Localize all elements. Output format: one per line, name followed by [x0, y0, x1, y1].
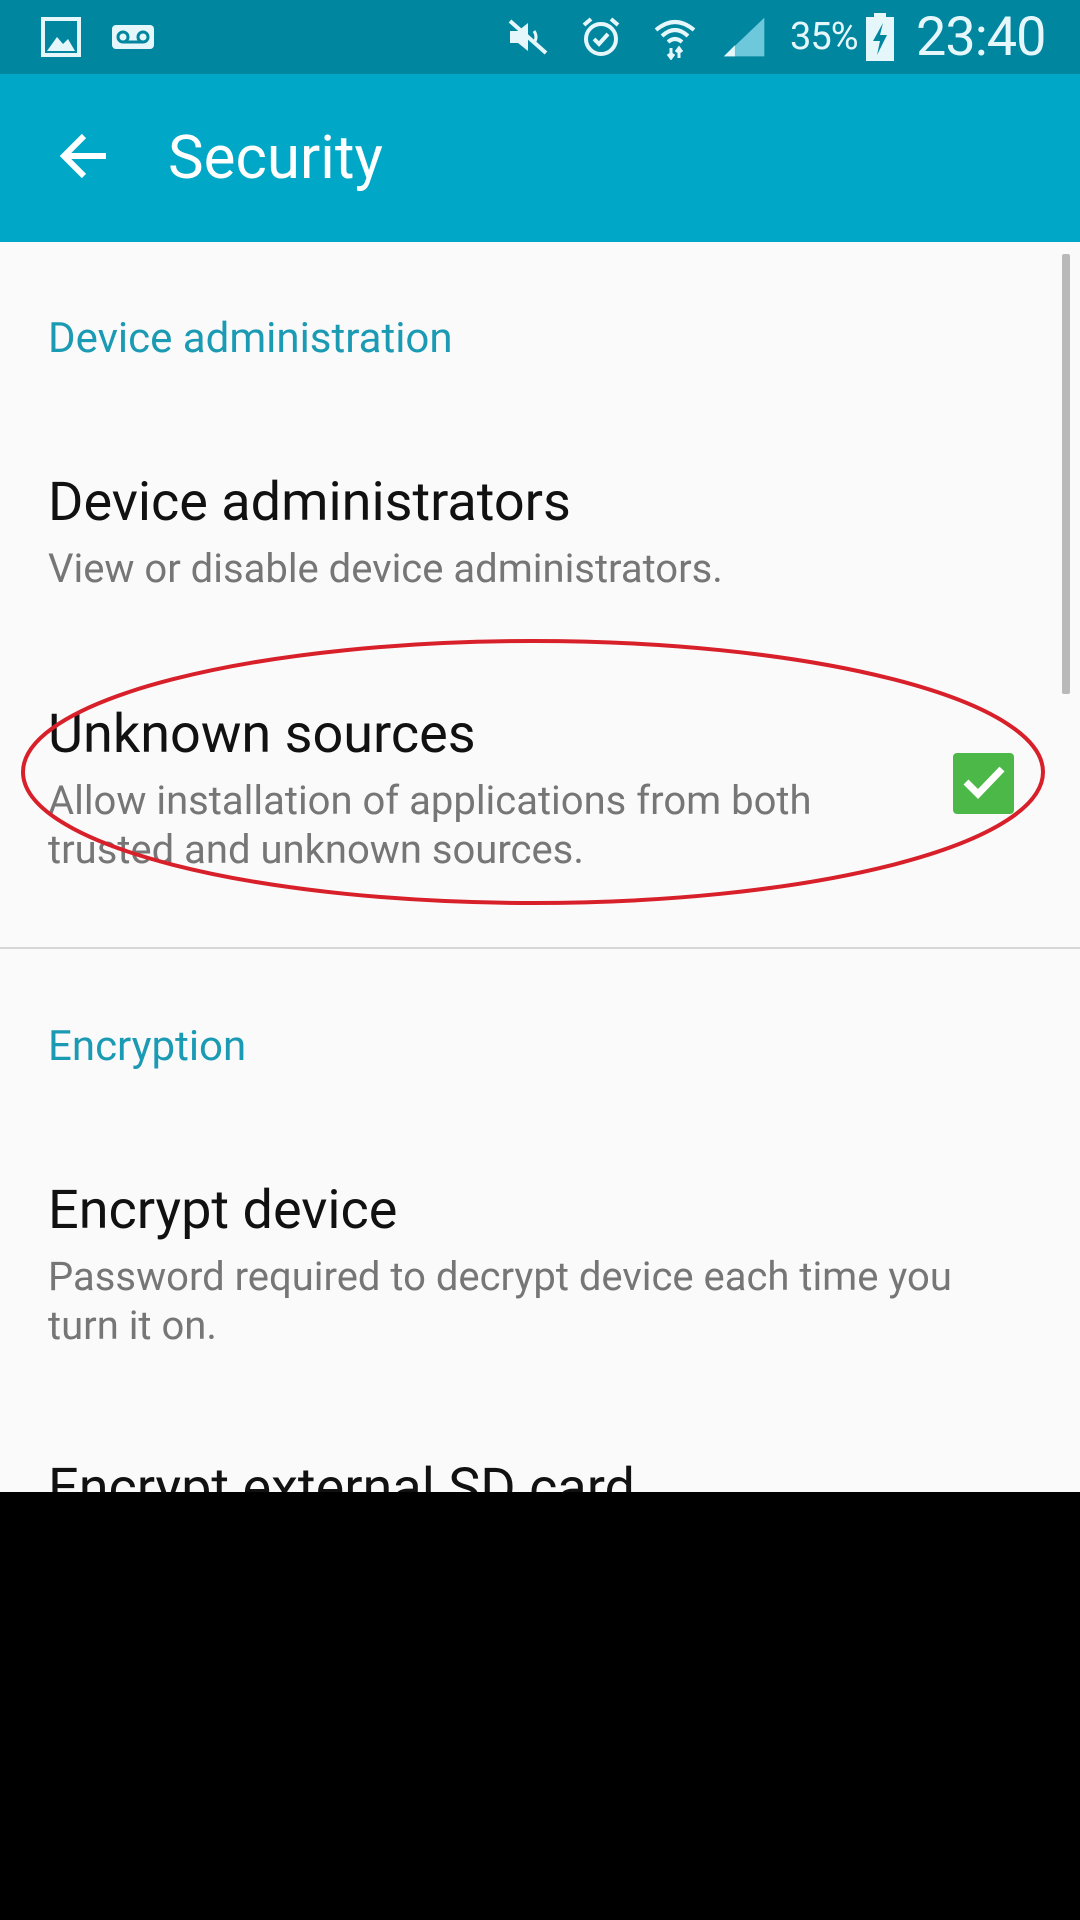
status-bar: 35% 23:40	[0, 0, 1080, 74]
unknown-sources-checkbox[interactable]	[953, 753, 1014, 814]
back-arrow-icon	[58, 132, 110, 184]
section-header-encryption: Encryption	[48, 1022, 247, 1071]
wifi-icon	[652, 14, 698, 60]
setting-summary-line2: turn it on.	[48, 1302, 217, 1349]
setting-encrypt-device[interactable]: Encrypt device Password required to decr…	[0, 1156, 1080, 1366]
battery-charging-icon	[862, 13, 898, 61]
alarm-icon	[578, 14, 624, 60]
gallery-icon	[38, 14, 84, 60]
battery-percent: 35%	[790, 15, 859, 59]
setting-encrypt-external-sd-card[interactable]: Encrypt external SD card	[0, 1438, 1080, 1493]
voicemail-icon	[110, 14, 156, 60]
setting-summary-line1: Password required to decrypt device each…	[48, 1253, 952, 1300]
setting-title: Encrypt external SD card	[48, 1457, 636, 1493]
setting-title: Unknown sources	[48, 703, 476, 766]
page-title: Security	[168, 122, 383, 193]
signal-icon	[722, 14, 768, 60]
setting-summary: View or disable device administrators.	[48, 545, 723, 592]
setting-title: Device administrators	[48, 471, 571, 534]
section-divider	[0, 947, 1080, 949]
setting-summary-line1: Allow installation of applications from …	[48, 777, 812, 824]
setting-title: Encrypt device	[48, 1179, 398, 1242]
setting-summary-line2: trusted and unknown sources.	[48, 826, 584, 873]
mute-icon	[505, 14, 551, 60]
status-clock: 23:40	[916, 6, 1046, 69]
section-header-device-administration: Device administration	[48, 314, 453, 363]
checkmark-icon	[962, 764, 1006, 804]
setting-device-administrators[interactable]: Device administrators View or disable de…	[0, 448, 1080, 628]
action-bar: Security	[0, 74, 1080, 242]
settings-screen: 35% 23:40 Security Device administration…	[0, 0, 1080, 1492]
back-button[interactable]	[44, 120, 124, 196]
setting-unknown-sources[interactable]: Unknown sources Allow installation of ap…	[0, 680, 1080, 920]
